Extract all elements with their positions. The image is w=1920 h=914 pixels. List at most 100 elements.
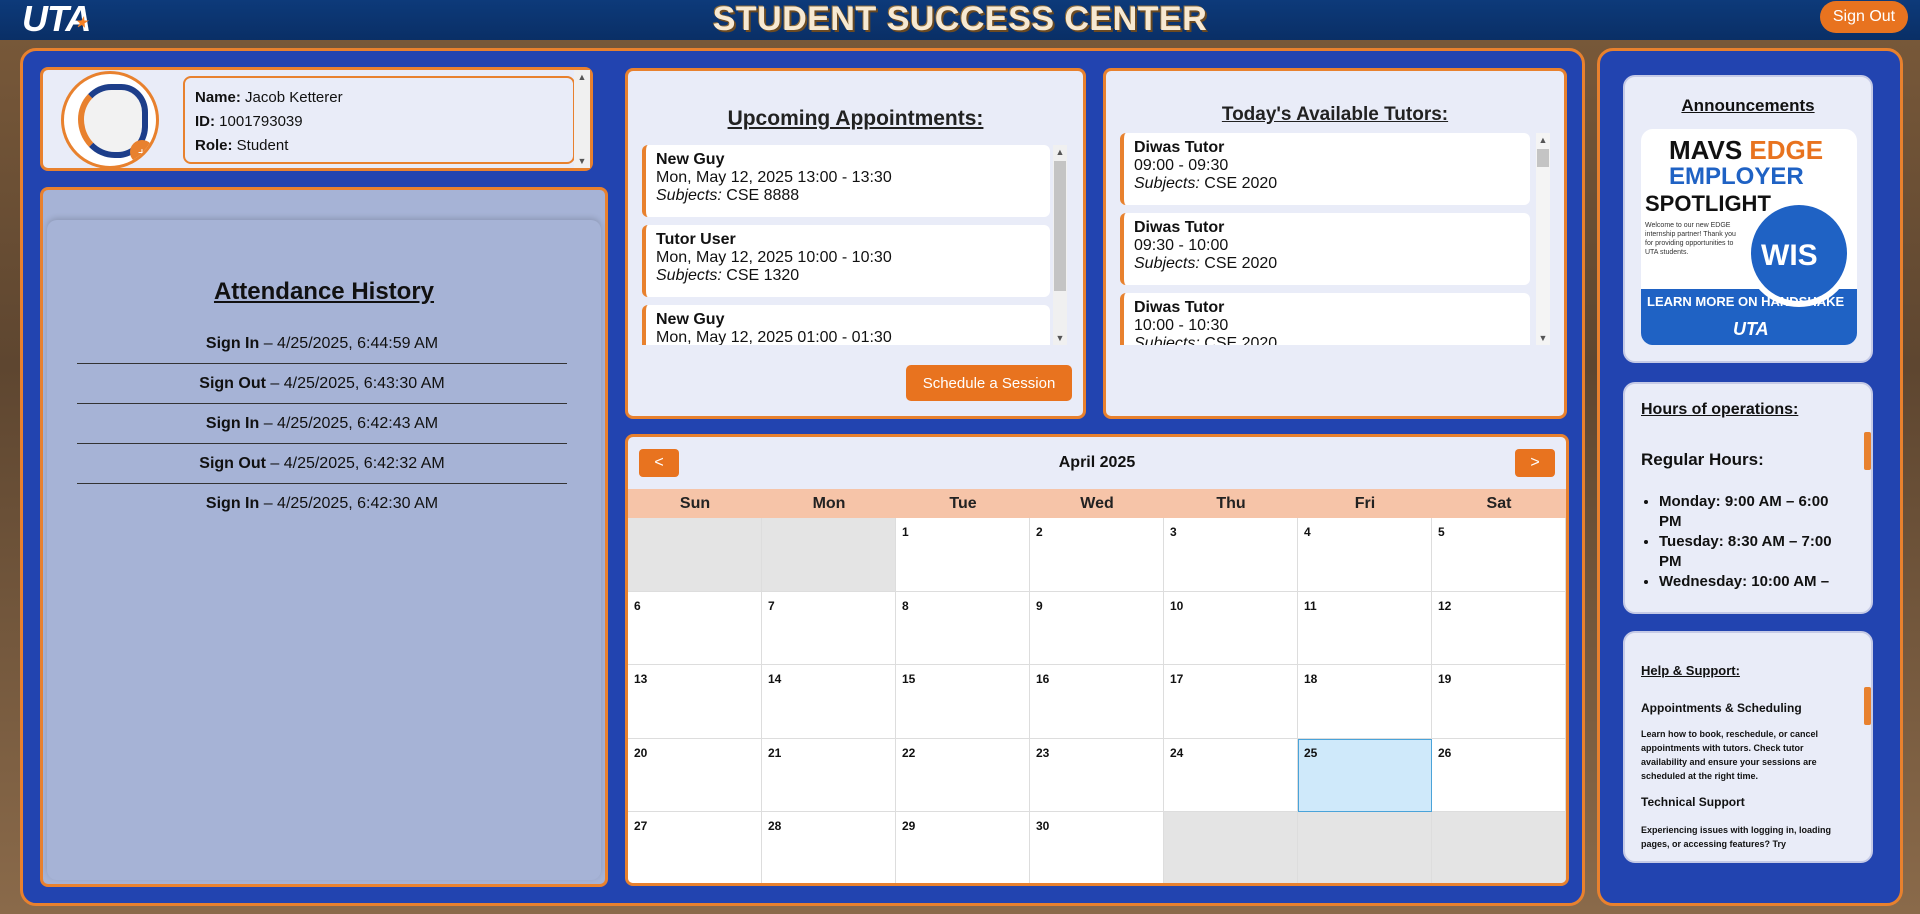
calendar-day[interactable]: 6: [628, 591, 762, 666]
scroll-thumb[interactable]: [1054, 161, 1066, 291]
help-scrollbar[interactable]: [1864, 687, 1871, 725]
calendar-day[interactable]: 15: [896, 665, 1030, 739]
calendar-day[interactable]: 2: [1030, 518, 1164, 592]
calendar-day[interactable]: 16: [1030, 665, 1164, 739]
weekday: Mon: [812, 495, 846, 512]
appointment-item[interactable]: New Guy Mon, May 12, 2025 01:00 - 01:30: [642, 305, 1050, 345]
calendar-day[interactable]: 20: [628, 738, 762, 813]
hours-title: Hours of operations:: [1641, 401, 1799, 418]
appointment-name: Tutor User: [656, 231, 736, 248]
calendar-day[interactable]: 19: [1432, 665, 1566, 739]
calendar-weekdays: Sun Mon Tue Wed Thu Fri Sat: [628, 489, 1566, 518]
appointments-title: Upcoming Appointments:: [727, 107, 984, 130]
calendar-day[interactable]: 23: [1030, 738, 1164, 813]
tutors-scrollbar[interactable]: ▲ ▼: [1536, 133, 1550, 345]
attendance-row: Sign Out – 4/25/2025, 6:42:32 AM: [77, 444, 567, 484]
help-text-scheduling: Learn how to book, reschedule, or cancel…: [1641, 729, 1819, 781]
tutor-item[interactable]: Diwas Tutor 10:00 - 10:30 Subjects: CSE …: [1120, 293, 1530, 345]
calendar-day[interactable]: 29: [896, 812, 1030, 883]
ann-line1a: MAVS: [1669, 135, 1750, 165]
help-card[interactable]: Help & Support: Appointments & Schedulin…: [1623, 631, 1873, 863]
announcement-image[interactable]: MAVS EDGE EMPLOYER SPOTLIGHT Welcome to …: [1641, 129, 1857, 345]
calendar-day[interactable]: 27: [628, 812, 762, 883]
attendance-row: Sign In – 4/25/2025, 6:42:30 AM: [77, 484, 567, 524]
attendance-action: Sign In: [205, 335, 260, 352]
calendar-day[interactable]: 26: [1432, 738, 1566, 813]
weekday: Sun: [679, 495, 711, 512]
tutors-title: Today's Available Tutors:: [1221, 104, 1449, 125]
tutor-item[interactable]: Diwas Tutor 09:00 - 09:30 Subjects: CSE …: [1120, 133, 1530, 205]
weekday: Thu: [1216, 495, 1246, 512]
hours-item: Monday: 9:00 AM – 6:00 PM: [1659, 492, 1855, 532]
scroll-up-icon[interactable]: ▲: [574, 70, 590, 84]
calendar-day[interactable]: 25: [1298, 738, 1432, 813]
appointments-list[interactable]: New Guy Mon, May 12, 2025 13:00 - 13:30 …: [642, 145, 1067, 345]
subjects-label: Subjects:: [1134, 255, 1200, 272]
weekday: Tue: [949, 495, 977, 512]
scroll-up-icon[interactable]: ▲: [1536, 133, 1550, 147]
plus-icon[interactable]: +: [130, 140, 154, 164]
appointment-when: Mon, May 12, 2025 01:00 - 01:30: [656, 329, 892, 345]
next-month-button[interactable]: >: [1515, 449, 1555, 477]
calendar-day[interactable]: 21: [762, 738, 896, 813]
calendar-day[interactable]: 7: [762, 591, 896, 666]
calendar-day[interactable]: 13: [628, 665, 762, 739]
profile-scrollbar[interactable]: ▲ ▼: [574, 70, 590, 168]
calendar-empty-cell: [1432, 812, 1566, 883]
scroll-down-icon[interactable]: ▼: [1536, 331, 1550, 345]
announcements-title: Announcements: [1681, 96, 1815, 115]
calendar-day[interactable]: 1: [896, 518, 1030, 592]
scroll-down-icon[interactable]: ▼: [574, 154, 590, 168]
ann-line1b: EDGE: [1749, 135, 1824, 165]
schedule-session-button[interactable]: Schedule a Session: [906, 365, 1072, 401]
calendar-day[interactable]: 11: [1298, 591, 1432, 666]
attendance-panel: Attendance History Sign In – 4/25/2025, …: [40, 187, 608, 887]
appointment-item[interactable]: Tutor User Mon, May 12, 2025 10:00 - 10:…: [642, 225, 1050, 297]
profile-info: Name: Jacob Ketterer ID: 1001793039 Role…: [183, 76, 575, 164]
name-label: Name:: [195, 89, 241, 106]
scroll-up-icon[interactable]: ▲: [1053, 145, 1067, 159]
calendar-day[interactable]: 5: [1432, 518, 1566, 592]
calendar-day[interactable]: 17: [1164, 665, 1298, 739]
appointment-item[interactable]: New Guy Mon, May 12, 2025 13:00 - 13:30 …: [642, 145, 1050, 217]
weekday: Sat: [1486, 495, 1512, 512]
calendar-day[interactable]: 8: [896, 591, 1030, 666]
tutor-name: Diwas Tutor: [1134, 219, 1225, 236]
help-subtitle-technical: Technical Support: [1641, 795, 1745, 809]
tutors-list[interactable]: Diwas Tutor 09:00 - 09:30 Subjects: CSE …: [1120, 133, 1550, 345]
avatar[interactable]: +: [61, 71, 159, 169]
calendar-empty-cell: [1298, 812, 1432, 883]
calendar-day[interactable]: 22: [896, 738, 1030, 813]
calendar-day[interactable]: 4: [1298, 518, 1432, 592]
hours-item: Wednesday: 10:00 AM –: [1659, 572, 1855, 592]
calendar-empty-cell: [628, 518, 762, 592]
calendar-day[interactable]: 14: [762, 665, 896, 739]
attendance-row: Sign Out – 4/25/2025, 6:43:30 AM: [77, 364, 567, 404]
calendar-grid: 1 2 3 4 5 6 7 8 9 10 11 12 13 14 15 16 17 18 19 20 21 22 23 24 2…: [628, 518, 1566, 883]
appointment-when: Mon, May 12, 2025 10:00 - 10:30: [656, 249, 892, 266]
attendance-time: – 4/25/2025, 6:44:59 AM: [263, 335, 439, 352]
ann-line3: SPOTLIGHT: [1645, 191, 1771, 216]
calendar-day[interactable]: 3: [1164, 518, 1298, 592]
scroll-down-icon[interactable]: ▼: [1053, 331, 1067, 345]
tutor-item[interactable]: Diwas Tutor 09:30 - 10:00 Subjects: CSE …: [1120, 213, 1530, 285]
sign-out-button[interactable]: Sign Out: [1820, 1, 1908, 33]
calendar-day[interactable]: 9: [1030, 591, 1164, 666]
hours-subtitle: Regular Hours:: [1641, 450, 1764, 469]
tutors-card: Today's Available Tutors: Diwas Tutor 09…: [1103, 68, 1567, 419]
ann-line2: EMPLOYER: [1669, 163, 1804, 190]
calendar-day[interactable]: 30: [1030, 812, 1164, 883]
hours-scrollbar[interactable]: [1864, 432, 1871, 470]
scroll-thumb[interactable]: [1537, 149, 1549, 167]
appointments-scrollbar[interactable]: ▲ ▼: [1053, 145, 1067, 345]
hours-card[interactable]: Hours of operations: Regular Hours: Mond…: [1623, 382, 1873, 614]
calendar-day[interactable]: 28: [762, 812, 896, 883]
calendar-day[interactable]: 12: [1432, 591, 1566, 666]
tutor-subjects: CSE 2020: [1204, 175, 1278, 192]
ann-handshake: LEARN MORE ON HANDSHAKE: [1647, 294, 1845, 309]
calendar-day[interactable]: 24: [1164, 738, 1298, 813]
calendar-day[interactable]: 10: [1164, 591, 1298, 666]
calendar-day[interactable]: 18: [1298, 665, 1432, 739]
attendance-row: Sign In – 4/25/2025, 6:42:43 AM: [77, 404, 567, 444]
ann-line1: MAVS EDGE: [1669, 135, 1823, 166]
